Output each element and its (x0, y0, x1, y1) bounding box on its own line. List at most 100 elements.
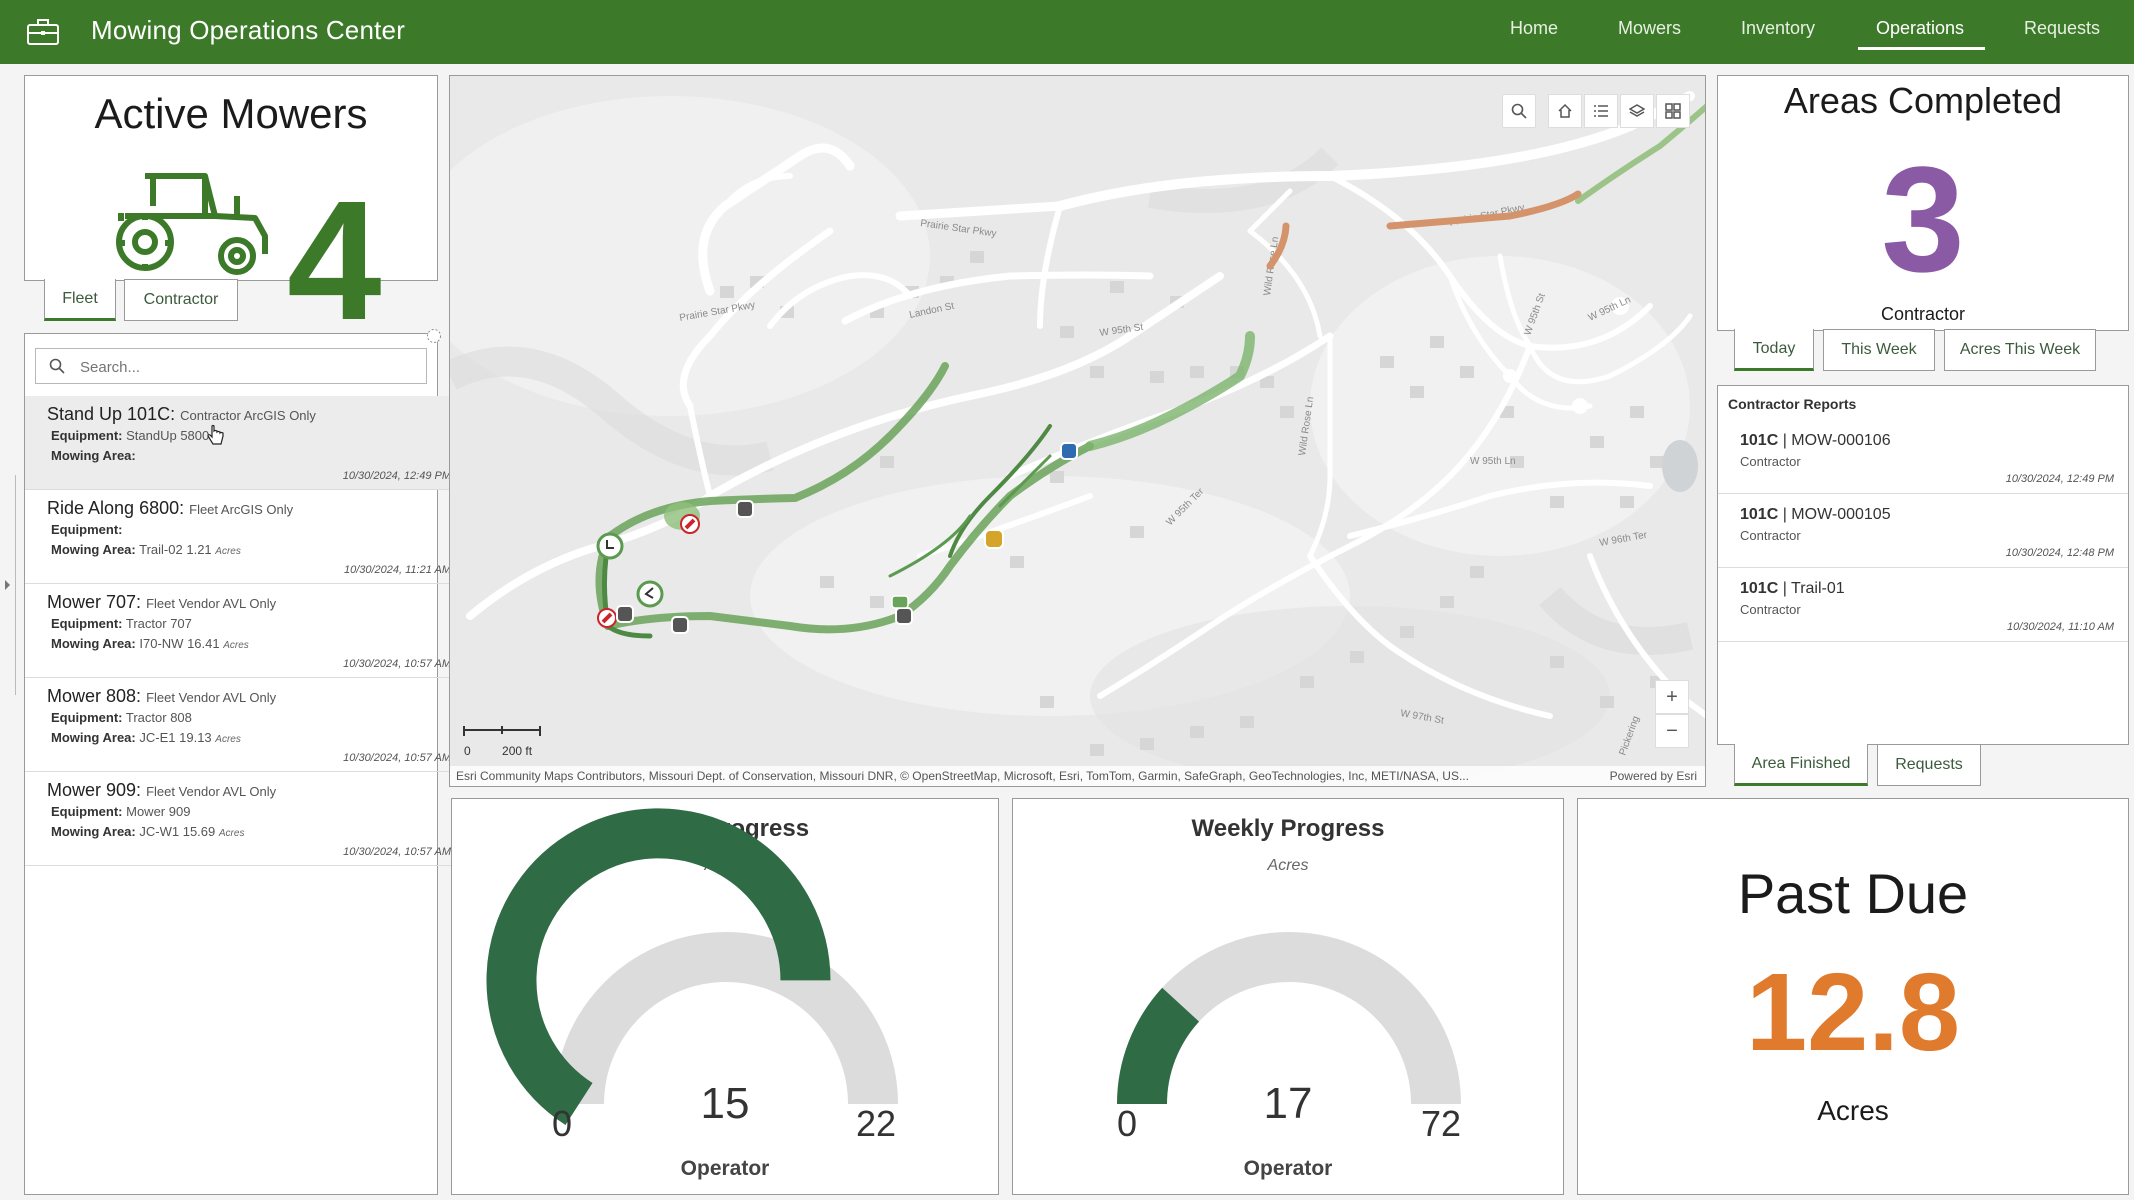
map-legend-button[interactable] (1584, 94, 1618, 128)
equipment-marker[interactable] (984, 529, 1004, 549)
mower-marker[interactable] (636, 580, 664, 608)
past-due-title: Past Due (1737, 862, 1969, 925)
tractor-icon (116, 173, 268, 275)
report-id: 101C (1740, 580, 1779, 597)
equipment-label: Equipment: (51, 428, 123, 443)
tab-fleet[interactable]: Fleet (44, 279, 116, 321)
areas-completed-panel: Areas Completed 3 Contractor (1717, 75, 2129, 331)
mower-name: Mower 808: (47, 686, 142, 706)
zoom-in-button[interactable]: + (1655, 680, 1689, 714)
tab-contractor[interactable]: Contractor (124, 279, 238, 321)
briefcase-icon[interactable] (26, 18, 60, 46)
equipment-marker[interactable] (1060, 442, 1078, 460)
mower-timestamp: 10/30/2024, 10:57 AM (343, 752, 451, 764)
tab-requests[interactable]: Requests (1877, 744, 1981, 786)
list-item[interactable]: Ride Along 6800: Fleet ArcGIS Only Equip… (25, 490, 461, 584)
mower-timestamp: 10/30/2024, 10:57 AM (343, 658, 451, 670)
search-icon (49, 358, 65, 374)
tab-today[interactable]: Today (1734, 329, 1814, 371)
map-canvas[interactable]: Prairie Star Pkwy Prairie Star Pkwy Land… (450, 76, 1706, 787)
weekly-progress-panel: Weekly Progress Acres 17 0 72 Operator (1012, 798, 1564, 1195)
weekly-progress-label: Operator (1243, 1157, 1333, 1180)
mowing-area-label: Mowing Area: (51, 542, 136, 557)
active-mowers-count: 4 (287, 166, 382, 356)
map-basemap-button[interactable] (1656, 94, 1690, 128)
search-input[interactable] (80, 356, 410, 378)
list-item[interactable]: Mower 808: Fleet Vendor AVL Only Equipme… (25, 678, 461, 772)
layers-icon (1629, 104, 1645, 117)
nav-operations[interactable]: Operations (1876, 18, 1964, 39)
nav-requests[interactable]: Requests (2024, 18, 2100, 39)
powered-by-link[interactable]: Powered by Esri (1610, 766, 1697, 786)
equipment-marker[interactable] (895, 607, 913, 625)
mower-source-tag: Fleet Vendor AVL Only (146, 690, 277, 705)
nav-home[interactable]: Home (1510, 18, 1558, 39)
tab-acres-this-week[interactable]: Acres This Week (1944, 329, 2096, 371)
list-item[interactable]: Mower 707: Fleet Vendor AVL Only Equipme… (25, 584, 461, 678)
mower-source-tag: Fleet Vendor AVL Only (146, 596, 277, 611)
scale-end: 200 ft (502, 744, 533, 758)
report-timestamp: 10/30/2024, 11:10 AM (2006, 621, 2114, 633)
map-search-button[interactable] (1502, 94, 1536, 128)
active-mowers-title: Active Mowers (94, 90, 368, 137)
daily-progress-panel: Daily Progress Acres 15 0 22 Operator (451, 798, 999, 1195)
report-item[interactable]: 101C | MOW-000106 Contractor 10/30/2024,… (1718, 420, 2128, 494)
equipment-value: Tractor 808 (125, 710, 192, 725)
nav-mowers[interactable]: Mowers (1618, 18, 1681, 39)
daily-progress-max: 22 (856, 1103, 897, 1144)
report-role: Contractor (1740, 528, 1801, 543)
report-role: Contractor (1740, 454, 1801, 469)
zoom-out-button[interactable]: − (1655, 714, 1689, 748)
equipment-value: Mower 909 (126, 804, 191, 819)
acres-value: 15.69 (182, 824, 216, 839)
equipment-value: StandUp 5800 (126, 428, 210, 443)
street-label: W 95th Ln (1470, 456, 1516, 467)
areas-completed-title: Areas Completed (1783, 80, 2063, 121)
report-item[interactable]: 101C | Trail-01 Contractor 10/30/2024, 1… (1718, 568, 2128, 642)
map-layers-button[interactable] (1620, 94, 1654, 128)
areas-completed-count: 3 (1881, 135, 1965, 303)
report-id: 101C (1740, 506, 1779, 523)
nav-active-indicator (1858, 47, 1985, 50)
report-timestamp: 10/30/2024, 12:49 PM (2005, 473, 2114, 485)
scale-start: 0 (464, 744, 471, 758)
equipment-marker[interactable] (671, 616, 689, 634)
app-title: Mowing Operations Center (91, 15, 406, 45)
acres-value: 16.41 (187, 636, 220, 651)
mowing-area-value: JC-W1 (139, 824, 180, 839)
weekly-progress-gauge (1117, 932, 1461, 1105)
areas-completed-subtitle: Contractor (1880, 304, 1966, 324)
mower-timestamp: 10/30/2024, 12:49 PM (342, 470, 451, 482)
search-box[interactable] (35, 348, 427, 384)
mowing-area-label: Mowing Area: (51, 824, 136, 839)
report-item[interactable]: 101C | MOW-000105 Contractor 10/30/2024,… (1718, 494, 2128, 568)
list-icon (1594, 105, 1608, 117)
tab-area-finished[interactable]: Area Finished (1734, 744, 1868, 786)
app-header: Mowing Operations Center Home Mowers Inv… (0, 0, 2134, 64)
equipment-label: Equipment: (51, 804, 123, 819)
equipment-marker[interactable] (616, 605, 634, 623)
nav-inventory[interactable]: Inventory (1741, 18, 1815, 39)
weekly-progress-min: 0 (1117, 1103, 1138, 1144)
acres-unit: Acres (218, 828, 245, 839)
side-collapse-handle[interactable] (0, 475, 16, 695)
mowing-area-label: Mowing Area: (51, 636, 136, 651)
active-mowers-panel: Active Mowers 4 (24, 75, 438, 346)
tab-this-week[interactable]: This Week (1823, 329, 1935, 371)
equipment-label: Equipment: (51, 522, 123, 537)
equipment-marker[interactable] (891, 595, 909, 609)
map-view[interactable]: Prairie Star Pkwy Prairie Star Pkwy Land… (449, 75, 1706, 787)
map-home-button[interactable] (1548, 94, 1582, 128)
map-attribution: Esri Community Maps Contributors, Missou… (450, 766, 1705, 786)
equipment-marker[interactable] (736, 500, 754, 518)
list-item[interactable]: Mower 909: Fleet Vendor AVL Only Equipme… (25, 772, 461, 866)
report-id: 101C (1740, 432, 1779, 449)
list-item[interactable]: Stand Up 101C: Contractor ArcGIS Only Eq… (25, 396, 461, 490)
weekly-progress-value: 17 (1263, 1079, 1313, 1128)
mowing-area-value: JC-E1 (139, 730, 176, 745)
expand-icon[interactable] (426, 328, 442, 344)
mower-source-tag: Fleet ArcGIS Only (189, 502, 294, 517)
attribution-text: Esri Community Maps Contributors, Missou… (456, 769, 1469, 783)
mower-source-tag: Contractor ArcGIS Only (180, 408, 316, 423)
mower-marker[interactable] (596, 532, 624, 560)
